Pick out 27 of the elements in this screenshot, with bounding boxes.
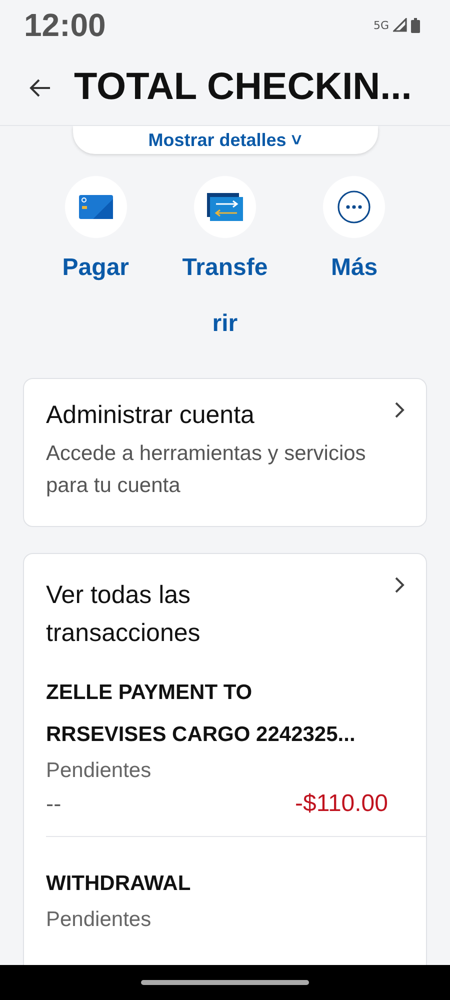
transaction-amount: -$110.00 [295,790,388,818]
chevron-icon [394,401,406,419]
battery-icon [411,18,420,32]
transaction-description: RRSEVISES CARGO 2242325... [46,722,356,748]
card-icon [78,195,113,219]
transaction-description: ZELLE PAYMENT TO [46,680,254,706]
transaction-status: Pendientes [46,758,152,784]
more-icon [337,190,372,224]
transaction-status: Pendientes [46,907,152,933]
transfer-icon [206,193,243,221]
card-title: Administrar cuenta [46,401,254,430]
back-arrow-icon[interactable] [28,78,52,98]
action-label[interactable]: Transferir [180,240,269,352]
card-description: Accede a herramientas y servicios para tu cuenta [46,441,367,499]
chevron-icon [394,576,406,594]
card-title[interactable]: Ver todas las transacciones [46,576,276,652]
home-handle[interactable] [141,980,309,985]
action-label[interactable]: Más [310,240,398,296]
network-label: 5G [373,18,389,32]
transaction-description: WITHDRAWAL [46,871,192,897]
signal-icon [393,18,407,32]
status-time: 12:00 [24,6,106,44]
show-details-button[interactable]: Mostrar detalles ˅ [72,126,378,154]
transaction-date: -- [46,792,62,816]
manage-account-card[interactable]: Administrar cuenta Accede a herramientas y servicios para tu cuenta [23,378,427,527]
page-title: TOTAL CHECKIN... [74,66,412,109]
action-label[interactable]: Pagar [52,240,140,296]
